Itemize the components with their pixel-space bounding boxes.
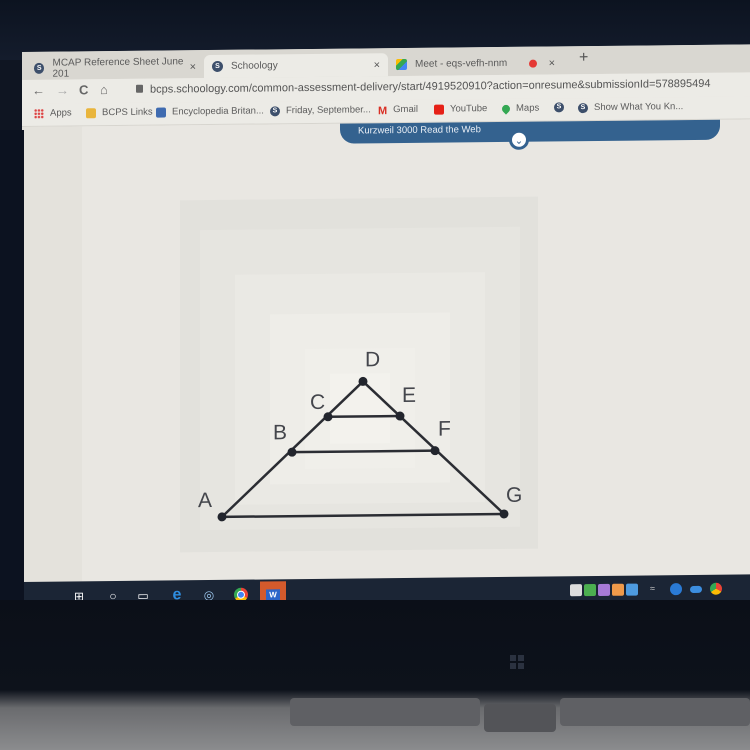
close-icon[interactable]: × xyxy=(190,61,196,73)
segment-BF xyxy=(292,449,435,454)
laptop-hinge-left xyxy=(290,698,480,726)
schoology-icon: S xyxy=(270,105,280,116)
kurzweil-expand-button[interactable]: ⌄ xyxy=(509,129,529,150)
tab-label: Meet - eqs-vefh-nnm xyxy=(415,57,508,70)
tab-meet[interactable]: Meet - eqs-vefh-nnm × xyxy=(388,51,563,76)
figure-svg: A BC DEF G xyxy=(198,226,522,531)
tray-app-icon[interactable] xyxy=(612,583,624,596)
segment-CE xyxy=(328,414,400,419)
tab-label: MCAP Reference Sheet June 201 xyxy=(52,55,184,80)
bookmark-schoology[interactable]: S xyxy=(554,102,570,113)
kurzweil-label: Kurzweil 3000 Read the Web xyxy=(358,124,481,137)
wifi-icon[interactable]: ≈ xyxy=(650,583,662,595)
schoology-icon: S xyxy=(578,102,588,113)
reload-button[interactable]: C xyxy=(79,82,88,97)
bookmark-label: Apps xyxy=(50,107,72,119)
tray-app-icon[interactable] xyxy=(598,583,610,596)
close-icon[interactable]: × xyxy=(374,59,380,71)
assessment-page: Kurzweil 3000 Read the Web ⌄ A BC DEF G xyxy=(22,119,750,583)
bookmark-apps[interactable]: Apps xyxy=(34,107,72,119)
close-icon[interactable]: × xyxy=(549,57,555,69)
britannica-icon xyxy=(156,106,166,118)
gmail-icon: M xyxy=(378,104,388,117)
bookmark-label: Show What You Kn... xyxy=(594,101,684,114)
schoology-icon: S xyxy=(554,102,564,113)
schoology-icon: S xyxy=(34,62,45,74)
chevron-down-icon: ⌄ xyxy=(514,135,524,147)
bookmark-label: BCPS Links xyxy=(102,106,153,119)
tray-app-icon[interactable] xyxy=(626,583,638,596)
tray-app-icon[interactable] xyxy=(584,583,596,597)
bookmark-label: YouTube xyxy=(450,103,488,115)
tab-schoology[interactable]: S Schoology × xyxy=(204,53,388,79)
bookmark-label: Maps xyxy=(516,102,540,114)
lock-icon xyxy=(136,84,143,93)
forward-button[interactable]: → xyxy=(56,83,69,98)
onedrive-icon[interactable] xyxy=(690,585,702,594)
back-button[interactable]: ← xyxy=(32,83,45,98)
bookmark-bcps-links[interactable]: BCPS Links xyxy=(86,107,153,119)
chrome-tray-icon[interactable] xyxy=(710,582,722,595)
schoology-icon: S xyxy=(212,60,223,73)
screen: S MCAP Reference Sheet June 201 × S Scho… xyxy=(22,44,750,613)
maps-icon xyxy=(500,102,512,115)
point-label-E: E xyxy=(402,384,416,407)
bookmark-britannica[interactable]: Encyclopedia Britan... xyxy=(156,105,264,117)
folder-icon xyxy=(86,107,96,118)
tab-mcap-reference[interactable]: S MCAP Reference Sheet June 201 × xyxy=(26,55,204,80)
apps-grid-icon xyxy=(34,108,44,119)
laptop-bezel-bottom xyxy=(0,600,750,750)
bookmark-youtube[interactable]: YouTube xyxy=(434,103,487,115)
bookmark-label: Friday, September... xyxy=(286,104,371,117)
point-label-D: D xyxy=(365,348,380,371)
bookmark-friday-september[interactable]: S Friday, September... xyxy=(270,104,371,116)
point-label-F: F xyxy=(438,418,451,441)
laptop-bezel-left xyxy=(0,130,24,610)
bookmark-show-what-you-know[interactable]: S Show What You Kn... xyxy=(578,101,683,113)
new-tab-button[interactable]: + xyxy=(579,49,588,67)
windows-logo-icon xyxy=(510,655,524,669)
address-bar[interactable]: bcps.schoology.com/common-assessment-del… xyxy=(150,78,711,96)
tab-label: Schoology xyxy=(231,60,278,72)
laptop-hinge-right xyxy=(560,698,750,726)
point-label-B: B xyxy=(273,421,287,444)
tray-app-icon[interactable] xyxy=(570,584,582,597)
kurzweil-toolbar[interactable]: Kurzweil 3000 Read the Web xyxy=(340,119,720,144)
bookmark-label: Encyclopedia Britan... xyxy=(172,105,264,118)
bookmark-label: Gmail xyxy=(393,103,418,116)
tray-app-icon[interactable] xyxy=(670,583,682,596)
bookmark-gmail[interactable]: M Gmail xyxy=(378,103,418,117)
bookmark-maps[interactable]: Maps xyxy=(500,102,540,115)
home-button[interactable]: ⌂ xyxy=(100,82,108,97)
google-meet-icon xyxy=(396,58,407,71)
left-margin xyxy=(22,126,82,583)
point-label-A: A xyxy=(198,489,212,512)
point-label-C: C xyxy=(310,391,325,414)
recording-indicator-icon xyxy=(529,59,537,68)
youtube-icon xyxy=(434,104,444,115)
geometry-figure: A BC DEF G xyxy=(180,196,538,553)
laptop-hinge-center xyxy=(484,704,556,732)
point-label-G: G xyxy=(506,484,522,507)
